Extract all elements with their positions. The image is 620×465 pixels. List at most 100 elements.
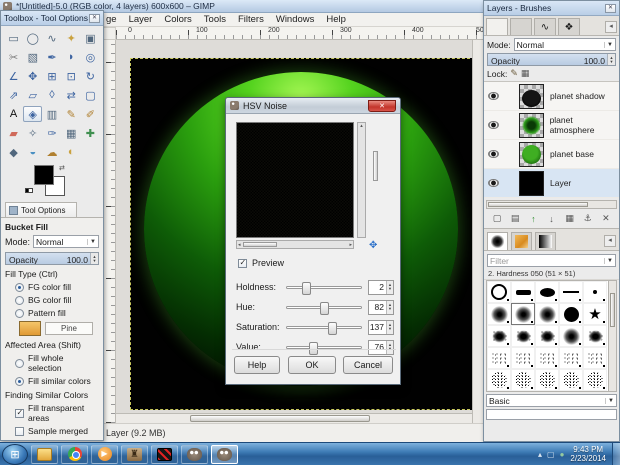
color-picker[interactable]: ◗	[62, 49, 81, 65]
perspective-clone-tool[interactable]: ◆	[4, 144, 23, 160]
ink-tool[interactable]: ✑	[42, 125, 61, 141]
brush-swatch[interactable]	[559, 347, 583, 369]
perspective-tool[interactable]: ◊	[42, 87, 61, 103]
visibility-eye-icon[interactable]	[488, 92, 499, 100]
brush-swatch[interactable]	[559, 369, 583, 391]
menu-item[interactable]: Colors	[158, 14, 197, 25]
cage-transform-tool[interactable]: ▢	[81, 87, 100, 103]
close-icon[interactable]: ✕	[368, 99, 396, 112]
value-spinbox[interactable]: 82 ▲ ▼	[368, 299, 394, 315]
brush-swatch[interactable]	[535, 347, 559, 369]
brush-swatch[interactable]	[559, 325, 583, 347]
taskbar-explorer[interactable]	[31, 444, 58, 464]
lock-alpha-icon[interactable]: ▦	[521, 68, 530, 79]
start-button[interactable]: ⊞	[2, 443, 28, 465]
dialog-button[interactable]: OK	[288, 356, 336, 374]
layers-horizontal-scrollbar[interactable]	[486, 200, 617, 209]
toolbox-titlebar[interactable]: Toolbox - Tool Options ✕	[1, 11, 103, 26]
brush-tag-dropdown[interactable]: Basic ▼	[486, 394, 617, 407]
layers-titlebar[interactable]: Layers - Brushes ✕	[484, 1, 619, 16]
tool-options-tab[interactable]: Tool Options	[5, 202, 77, 217]
brush-tag-entry[interactable]	[486, 409, 617, 420]
layer-mode-dropdown[interactable]: Normal ▼	[513, 38, 616, 51]
brush-swatch[interactable]	[487, 281, 511, 303]
eraser-tool[interactable]: ▰	[4, 125, 23, 141]
canvas-horizontal-scrollbar[interactable]	[116, 413, 472, 423]
clone-tool[interactable]: ▦	[62, 125, 81, 141]
tab-channels[interactable]	[510, 18, 532, 35]
scissors-select[interactable]: ✂	[4, 49, 23, 65]
affected-area-option[interactable]: Fill whole selection	[15, 353, 99, 373]
rotate-tool[interactable]: ↻	[81, 68, 100, 84]
slider-handle[interactable]	[309, 341, 319, 355]
layer-opacity-slider[interactable]: Opacity 100.0 ▲ ▼	[487, 53, 616, 66]
brush-swatch[interactable]	[487, 303, 511, 325]
spinner-arrows-icon[interactable]: ▲ ▼	[90, 253, 98, 264]
blend-tool[interactable]: ▥	[42, 106, 61, 122]
duplicate-layer-button[interactable]: ▦	[563, 212, 577, 225]
taskbar-gimp[interactable]	[181, 444, 208, 464]
spinner-arrows-icon[interactable]: ▲ ▼	[386, 280, 393, 294]
menu-item[interactable]: Filters	[232, 14, 270, 25]
blur-sharpen-tool[interactable]: ◒	[23, 144, 42, 160]
brush-swatch[interactable]	[535, 325, 559, 347]
select-by-color[interactable]: ▣	[81, 30, 100, 46]
layer-row[interactable]: Layer	[484, 169, 619, 198]
layer-row[interactable]: planet shadow	[484, 82, 619, 111]
brush-filter-dropdown[interactable]: Filter ▼	[487, 254, 616, 267]
brush-swatch[interactable]	[487, 369, 511, 391]
spinner-arrows-icon[interactable]: ▲ ▼	[386, 340, 393, 354]
rectangle-select[interactable]: ▭	[4, 30, 23, 46]
text-tool[interactable]: A	[4, 106, 23, 122]
measure-tool[interactable]: ∠	[4, 68, 23, 84]
value-spinbox[interactable]: 2 ▲ ▼	[368, 279, 394, 295]
default-colors-icon[interactable]	[25, 188, 33, 195]
zoom-tool[interactable]: ◎	[81, 49, 100, 65]
free-select[interactable]: ∿	[42, 30, 61, 46]
layer-group-button[interactable]: ▤	[508, 212, 522, 225]
menu-item[interactable]: Windows	[270, 14, 321, 25]
tab-gradients[interactable]	[535, 232, 556, 250]
ellipse-select[interactable]: ◯	[23, 30, 42, 46]
menu-item[interactable]: Tools	[198, 14, 232, 25]
taskbar-red-x-app[interactable]	[151, 444, 178, 464]
tab-paths[interactable]: ∿	[534, 18, 556, 35]
brush-swatch[interactable]	[583, 281, 607, 303]
paintbrush-tool[interactable]: ✐	[81, 106, 100, 122]
crop-tool[interactable]: ⊡	[62, 68, 81, 84]
new-layer-button[interactable]: ▢	[490, 212, 504, 225]
brush-swatch[interactable]	[535, 281, 559, 303]
layer-row[interactable]: planet atmosphere	[484, 111, 619, 140]
show-hidden-icons[interactable]: ▴	[538, 450, 542, 459]
move-tool[interactable]: ✥	[23, 68, 42, 84]
paths-tool[interactable]: ✒	[42, 49, 61, 65]
fill-type-option[interactable]: BG color fill	[15, 295, 99, 305]
taskbar-chrome[interactable]	[61, 444, 88, 464]
slider-track[interactable]	[286, 301, 362, 315]
preview-horizontal-scrollbar[interactable]: ◂ ▸	[236, 240, 354, 249]
mode-dropdown[interactable]: Normal ▼	[33, 235, 99, 248]
close-icon[interactable]: ✕	[89, 13, 100, 23]
raise-layer-button[interactable]: ↑	[526, 212, 540, 225]
brush-swatch[interactable]	[511, 369, 535, 391]
brush-swatch[interactable]	[559, 303, 583, 325]
tab-brushes[interactable]	[487, 232, 508, 250]
brush-swatch[interactable]	[511, 325, 535, 347]
lock-pixels-icon[interactable]: ✎	[510, 68, 518, 79]
fill-type-option[interactable]: Pattern fill	[15, 308, 99, 318]
taskbar-game[interactable]: ♜	[121, 444, 148, 464]
pattern-swatch[interactable]	[19, 321, 41, 336]
finding-similar-option[interactable]: Sample merged	[15, 426, 99, 436]
pattern-name[interactable]: Pine	[45, 322, 93, 335]
show-desktop-button[interactable]	[612, 442, 620, 465]
tab-menu-button[interactable]: ◂	[604, 235, 616, 247]
brush-swatch[interactable]	[487, 347, 511, 369]
affected-area-option[interactable]: Fill similar colors	[15, 376, 99, 386]
tab-layers[interactable]	[486, 18, 508, 35]
visibility-eye-icon[interactable]	[488, 150, 499, 158]
preview-checkbox[interactable]	[238, 258, 247, 268]
tray-display-icon[interactable]: ▢	[547, 450, 555, 459]
foreground-select[interactable]: ▧	[23, 49, 42, 65]
brush-vertical-scrollbar[interactable]	[608, 281, 616, 391]
heal-tool[interactable]: ✚	[81, 125, 100, 141]
